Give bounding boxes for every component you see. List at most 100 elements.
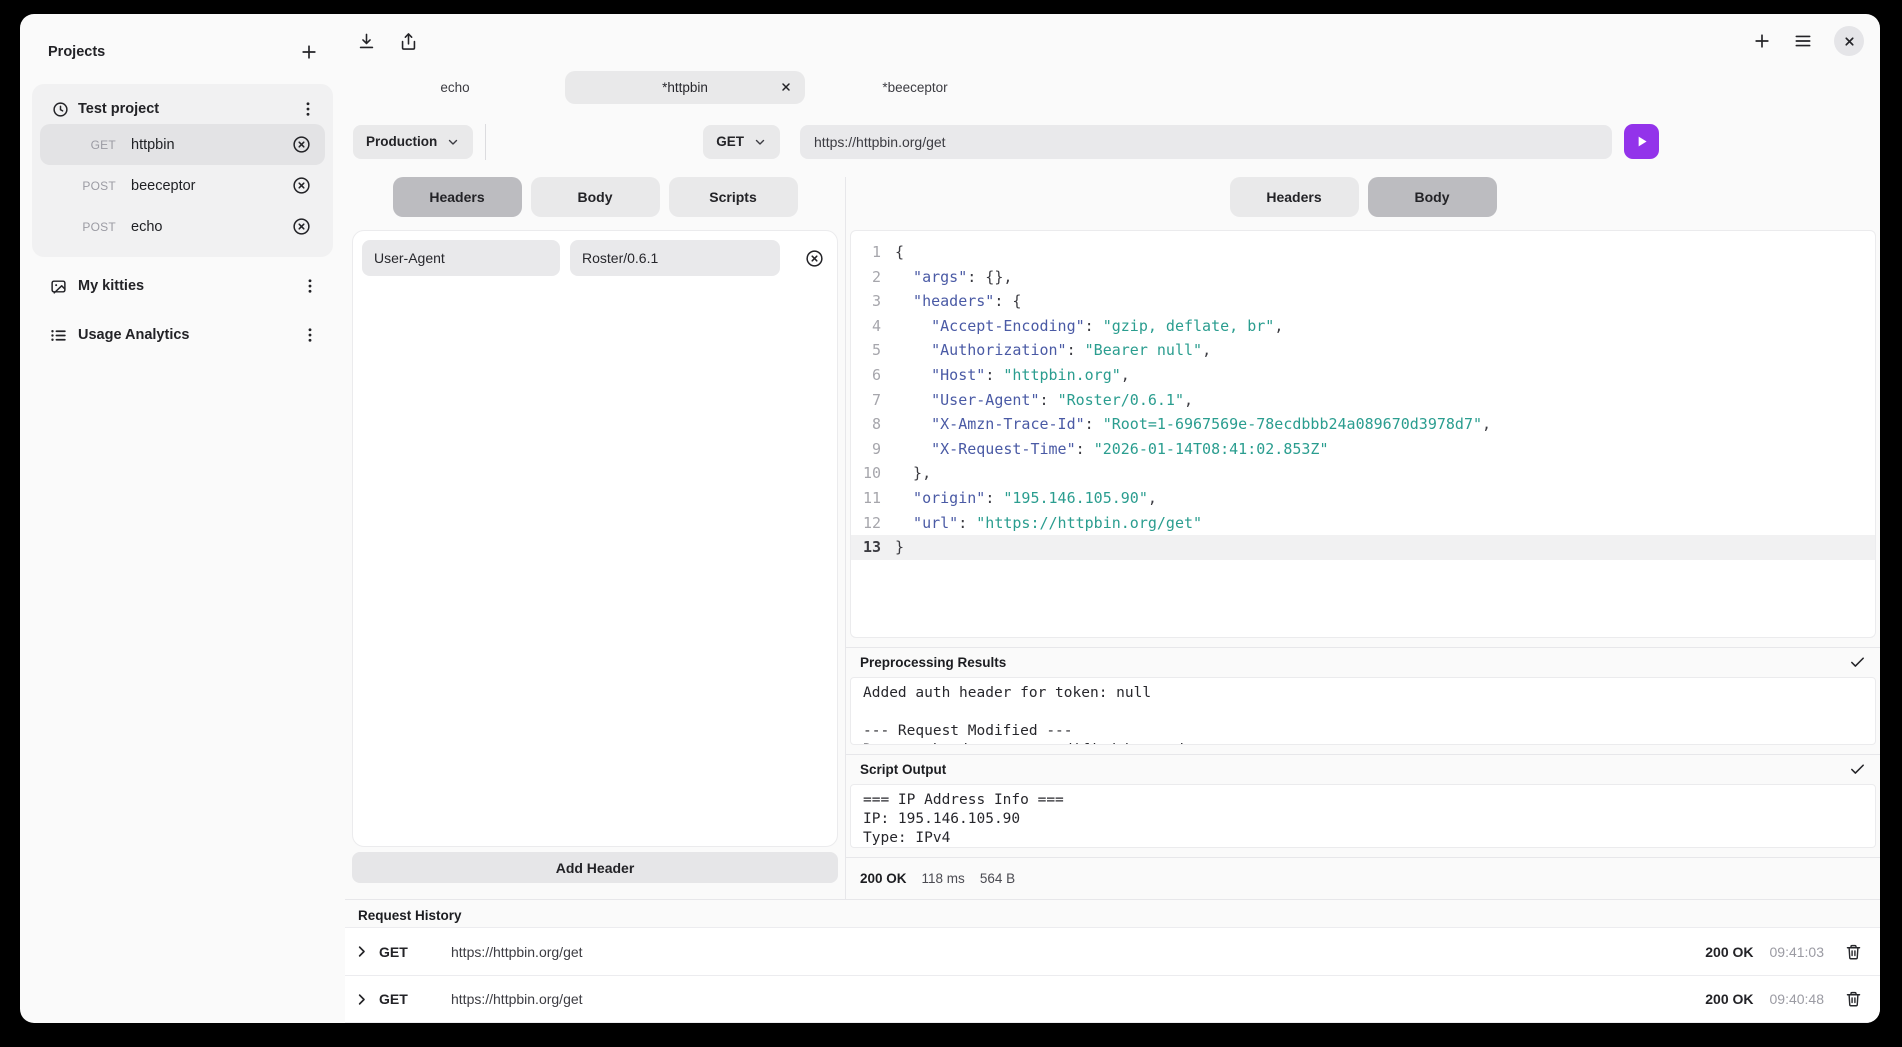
script-output-section-header: Script Output [846, 754, 1880, 784]
code-line: 10 }, [851, 461, 1875, 486]
code-text: } [895, 535, 904, 560]
line-number: 2 [851, 265, 895, 290]
remove-header-button[interactable] [805, 249, 824, 268]
section-menu-button[interactable] [301, 326, 319, 344]
trash-icon [1845, 990, 1862, 1008]
play-icon [1633, 133, 1650, 150]
request-name: echo [131, 219, 162, 235]
circle-x-icon [292, 217, 311, 236]
header-rows [362, 240, 828, 276]
headers-editor [352, 230, 838, 847]
remove-request-button[interactable] [292, 217, 311, 236]
kebab-icon [301, 277, 319, 295]
code-line: 13} [851, 535, 1875, 560]
code-text: "Accept-Encoding": "gzip, deflate, br", [895, 314, 1283, 339]
import-button[interactable] [357, 32, 376, 51]
history-row[interactable]: GEThttps://httpbin.org/get200 OK09:40:48 [345, 975, 1880, 1022]
project-items: GEThttpbinPOSTbeeceptorPOSTecho [40, 124, 325, 247]
expand-history-button[interactable] [354, 992, 369, 1007]
code-line: 3 "headers": { [851, 289, 1875, 314]
image-icon [50, 278, 67, 295]
response-body-editor[interactable]: 1{2 "args": {},3 "headers": {4 "Accept-E… [850, 230, 1876, 638]
menu-button[interactable] [1793, 31, 1813, 51]
export-button[interactable] [399, 32, 418, 51]
line-number: 13 [851, 535, 895, 560]
sidebar-item-usage-analytics[interactable]: Usage Analytics [20, 315, 345, 355]
environment-selector[interactable]: Production [353, 125, 473, 159]
code-text: "X-Request-Time": "2026-01-14T08:41:02.8… [895, 437, 1329, 462]
history-method: GET [379, 944, 425, 960]
section-menu-button[interactable] [301, 277, 319, 295]
history-status: 200 OK [1705, 991, 1753, 1007]
chevron-down-icon [753, 135, 767, 149]
delete-history-button[interactable] [1845, 943, 1862, 961]
request-item-beeceptor[interactable]: POSTbeeceptor [40, 165, 325, 206]
delete-history-button[interactable] [1845, 990, 1862, 1008]
code-text: "Host": "httpbin.org", [895, 363, 1130, 388]
request-tab-scripts[interactable]: Scripts [669, 177, 798, 217]
remove-request-button[interactable] [292, 176, 311, 195]
chevron-down-icon [446, 135, 460, 149]
code-text: "headers": { [895, 289, 1021, 314]
add-header-button[interactable]: Add Header [352, 852, 838, 883]
line-number: 10 [851, 461, 895, 486]
preprocessing-section-header: Preprocessing Results [846, 647, 1880, 677]
tab-echo[interactable]: echo [345, 71, 565, 104]
history-row[interactable]: GEThttps://httpbin.org/get200 OK09:41:03 [345, 928, 1880, 975]
download-icon [357, 32, 376, 51]
preprocessing-output[interactable]: Added auth header for token: null --- Re… [850, 677, 1876, 745]
line-number: 5 [851, 338, 895, 363]
code-line: 2 "args": {}, [851, 265, 1875, 290]
send-button[interactable] [1624, 124, 1659, 159]
main-area: echo *httpbin *beeceptor Production GET He… [345, 14, 1880, 1023]
sidebar-sections: My kitties Usage Analytics [20, 266, 345, 355]
code-line: 5 "Authorization": "Bearer null", [851, 338, 1875, 363]
url-input[interactable] [800, 125, 1612, 159]
script-output[interactable]: === IP Address Info === IP: 195.146.105.… [850, 784, 1876, 848]
request-item-httpbin[interactable]: GEThttpbin [40, 124, 325, 165]
content-area: HeadersBodyScripts Add Header HeadersBod… [345, 177, 1880, 899]
new-tab-button[interactable] [1752, 31, 1772, 51]
line-number: 12 [851, 511, 895, 536]
code-text: "User-Agent": "Roster/0.6.1", [895, 388, 1193, 413]
request-item-echo[interactable]: POSTecho [40, 206, 325, 247]
request-bar: Production GET [345, 124, 1880, 159]
add-project-button[interactable] [299, 42, 319, 62]
circle-x-icon [805, 249, 824, 268]
method-selector[interactable]: GET [703, 125, 780, 159]
code-line: 9 "X-Request-Time": "2026-01-14T08:41:02… [851, 437, 1875, 462]
divider [485, 124, 486, 160]
environment-label: Production [366, 134, 437, 149]
line-number: 6 [851, 363, 895, 388]
line-number: 9 [851, 437, 895, 462]
sidebar-item-my-kitties[interactable]: My kitties [20, 266, 345, 306]
header-key-input[interactable] [362, 240, 560, 276]
remove-request-button[interactable] [292, 135, 311, 154]
preprocessing-output-text: Added auth header for token: null --- Re… [851, 678, 1875, 745]
response-panel: HeadersBody 1{2 "args": {},3 "headers": … [845, 177, 1880, 899]
circle-x-icon [292, 135, 311, 154]
expand-chevron-icon [354, 992, 369, 1007]
expand-history-button[interactable] [354, 944, 369, 959]
line-number: 11 [851, 486, 895, 511]
code-text: }, [895, 461, 931, 486]
script-output-text: === IP Address Info === IP: 195.146.105.… [851, 785, 1875, 848]
tab-label: *httpbin [662, 80, 708, 95]
status-time: 118 ms [922, 871, 965, 886]
response-tab-body[interactable]: Body [1368, 177, 1497, 217]
tab-beeceptor[interactable]: *beeceptor [805, 71, 1025, 104]
header-value-input[interactable] [570, 240, 780, 276]
tab-close-button[interactable] [780, 71, 792, 104]
code-text: { [895, 240, 904, 265]
project-menu-button[interactable] [299, 100, 317, 118]
request-tab-headers[interactable]: Headers [393, 177, 522, 217]
response-status-bar: 200 OK 118 ms 564 B [846, 857, 1880, 899]
method-label: POST [40, 179, 116, 193]
request-tab-body[interactable]: Body [531, 177, 660, 217]
method-label: GET [716, 134, 744, 149]
line-number: 7 [851, 388, 895, 413]
toolbar [345, 24, 1880, 58]
tab-httpbin[interactable]: *httpbin [565, 71, 805, 104]
close-window-button[interactable] [1834, 26, 1864, 56]
response-tab-headers[interactable]: Headers [1230, 177, 1359, 217]
